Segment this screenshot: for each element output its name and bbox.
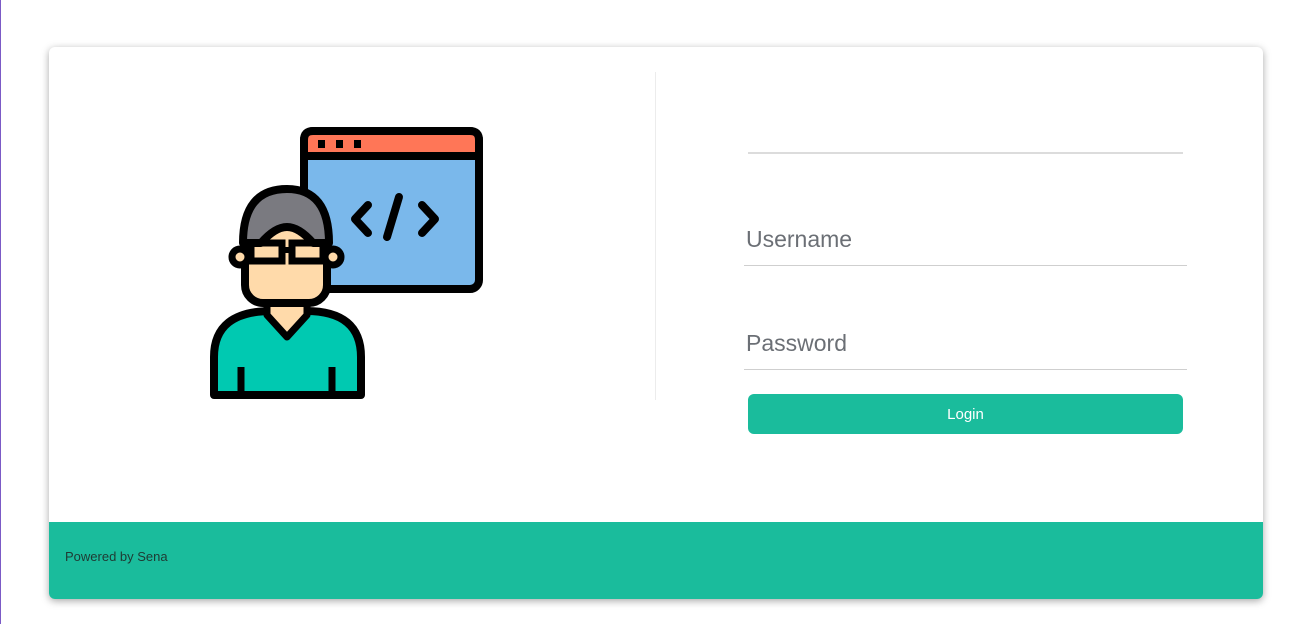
- developer-illustration-icon: [209, 127, 484, 402]
- powered-by-text: Powered by Sena: [65, 549, 168, 564]
- password-field: [744, 319, 1187, 370]
- password-input[interactable]: [746, 319, 1176, 367]
- form-top-line: [748, 152, 1183, 154]
- login-button[interactable]: Login: [748, 394, 1183, 434]
- login-card: Login Powered by Sena: [49, 47, 1263, 599]
- username-field: [744, 215, 1187, 266]
- footer: Powered by Sena: [49, 522, 1263, 599]
- login-form: Login: [744, 47, 1189, 447]
- username-input[interactable]: [746, 215, 1176, 263]
- vertical-divider: [655, 72, 656, 400]
- window-left-edge: [0, 0, 1, 624]
